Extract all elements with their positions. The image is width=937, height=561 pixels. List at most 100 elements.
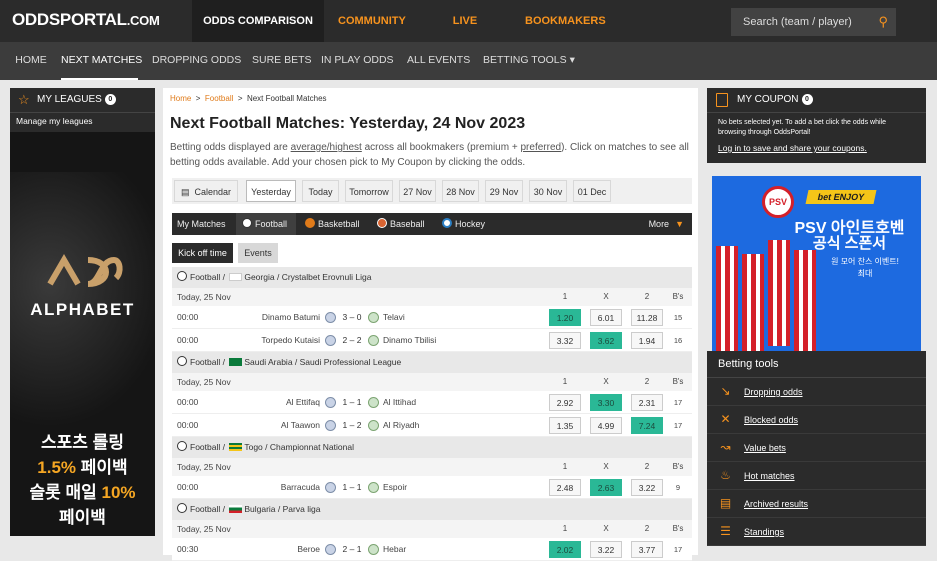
subnav-in-play-odds[interactable]: IN PLAY ODDS — [321, 42, 394, 80]
subnav-all-events[interactable]: ALL EVENTS — [407, 42, 470, 80]
league-sport[interactable]: Football — [190, 504, 220, 514]
date-27-nov[interactable]: 27 Nov — [399, 180, 436, 202]
odds-draw[interactable]: 6.01 — [590, 309, 622, 326]
breadcrumb-home[interactable]: Home — [170, 94, 191, 103]
match-row[interactable]: 00:00 Dinamo Batumi 3 – 0 Telavi 1.20 6.01 11.… — [172, 306, 692, 329]
date-today[interactable]: Today — [302, 180, 339, 202]
league-country[interactable]: Saudi Arabia — [244, 357, 292, 367]
match-row[interactable]: 00:00 Al Ettifaq 1 – 1 Al Ittihad 2.92 3.30 2.… — [172, 391, 692, 414]
home-team[interactable]: Al Taawon — [281, 414, 320, 437]
odds-home[interactable]: 3.32 — [549, 332, 581, 349]
league-country[interactable]: Togo — [244, 442, 262, 452]
alphabet-ad-banner[interactable]: ALPHABET 스포츠 롤링 1.5% 페이백 슬롯 매일 10% 페이백 — [10, 132, 155, 536]
psv-ad-banner[interactable]: PSV bet ENJOY PSV 아인트호벤 공식 스폰서 원 모어 찬스 이… — [712, 176, 921, 352]
tab-hockey[interactable]: Hockey — [442, 213, 492, 235]
odds-home[interactable]: 1.35 — [549, 417, 581, 434]
match-row[interactable]: 00:00 Al Taawon 1 – 2 Al Riyadh 1.35 4.99 7.24… — [172, 414, 692, 437]
tool-standings[interactable]: ☰ Standings — [707, 518, 926, 546]
tool-value-bets[interactable]: ↝ Value bets — [707, 434, 926, 462]
my-leagues-header[interactable]: ☆ MY LEAGUES 0 — [10, 88, 155, 112]
nav-bookmakers[interactable]: BOOKMAKERS — [525, 0, 606, 42]
league-header[interactable]: Football / Bulgaria / Parva liga — [172, 499, 692, 520]
subnav-next-matches[interactable]: NEXT MATCHES — [61, 42, 142, 80]
match-time: 00:30 — [177, 544, 199, 554]
nav-community[interactable]: COMMUNITY — [338, 0, 406, 42]
away-team[interactable]: Espoir — [383, 476, 407, 499]
match-row[interactable]: 00:00 Torpedo Kutaisi 2 – 2 Dinamo Tbilisi 3… — [172, 329, 692, 352]
odds-away[interactable]: 2.31 — [631, 394, 663, 411]
league-header[interactable]: Football / Georgia / Crystalbet Erovnuli… — [172, 267, 692, 288]
date-01-dec[interactable]: 01 Dec — [573, 180, 611, 202]
calendar-button[interactable]: ▤ Calendar — [174, 180, 238, 202]
away-team[interactable]: Dinamo Tbilisi — [383, 329, 436, 352]
date-yesterday[interactable]: Yesterday — [246, 180, 296, 202]
league-name[interactable]: Championnat National — [270, 442, 354, 452]
search-input[interactable]: Search (team / player) ⚲ — [731, 8, 896, 36]
subnav-sure-bets[interactable]: SURE BETS — [252, 42, 312, 80]
tab-basketball[interactable]: Basketball — [305, 213, 367, 235]
matches-table: Football / Georgia / Crystalbet Erovnuli… — [172, 267, 692, 561]
date-29-nov[interactable]: 29 Nov — [485, 180, 523, 202]
odds-home[interactable]: 2.92 — [549, 394, 581, 411]
tab-events[interactable]: Events — [238, 243, 278, 263]
nav-odds-comparison[interactable]: ODDS COMPARISON — [192, 0, 324, 42]
odds-away[interactable]: 1.94 — [631, 332, 663, 349]
league-sport[interactable]: Football — [190, 357, 220, 367]
subnav-betting-tools[interactable]: BETTING TOOLS ▾ — [483, 42, 575, 80]
preferred-link[interactable]: preferred — [520, 142, 561, 153]
league-sport[interactable]: Football — [190, 442, 220, 452]
odds-away[interactable]: 11.28 — [631, 309, 663, 326]
league-name[interactable]: Parva liga — [283, 504, 321, 514]
subnav-dropping-odds[interactable]: DROPPING ODDS — [152, 42, 241, 80]
odds-away[interactable]: 3.22 — [631, 479, 663, 496]
home-team[interactable]: Dinamo Batumi — [262, 306, 320, 329]
odds-away[interactable]: 3.77 — [631, 541, 663, 558]
odds-draw[interactable]: 3.62 — [590, 332, 622, 349]
tab-baseball[interactable]: Baseball — [377, 213, 432, 235]
odds-away[interactable]: 7.24 — [631, 417, 663, 434]
tool-hot-matches[interactable]: ♨ Hot matches — [707, 462, 926, 490]
odds-home[interactable]: 2.02 — [549, 541, 581, 558]
odds-draw[interactable]: 3.22 — [590, 541, 622, 558]
tool-blocked-odds[interactable]: ✕ Blocked odds — [707, 406, 926, 434]
home-team[interactable]: Al Ettifaq — [286, 391, 320, 414]
site-logo[interactable]: ODDSPORTAL.COM — [12, 10, 160, 30]
nav-live-scores[interactable]: LIVE SCORES — [431, 0, 499, 69]
odds-draw[interactable]: 2.63 — [590, 479, 622, 496]
coupon-login-link[interactable]: Log in to save and share your coupons. — [707, 140, 926, 163]
odds-draw[interactable]: 3.30 — [590, 394, 622, 411]
tool-archived-results[interactable]: ▤ Archived results — [707, 490, 926, 518]
date-30-nov[interactable]: 30 Nov — [529, 180, 567, 202]
date-tomorrow[interactable]: Tomorrow — [345, 180, 393, 202]
league-name[interactable]: Saudi Professional League — [300, 357, 402, 367]
average-highest-link[interactable]: average/highest — [291, 142, 362, 153]
breadcrumb-football[interactable]: Football — [205, 94, 233, 103]
away-team[interactable]: Telavi — [383, 306, 405, 329]
league-country[interactable]: Bulgaria — [244, 504, 275, 514]
home-team[interactable]: Torpedo Kutaisi — [261, 329, 320, 352]
tool-dropping-odds[interactable]: ↘ Dropping odds — [707, 378, 926, 406]
subnav-home[interactable]: HOME — [13, 42, 49, 80]
match-row[interactable]: 00:00 Barracuda 1 – 1 Espoir 2.48 2.63 3.22 9 — [172, 476, 692, 499]
league-header[interactable]: Football / Saudi Arabia / Saudi Professi… — [172, 352, 692, 373]
home-team[interactable]: Beroe — [297, 538, 320, 561]
odds-draw[interactable]: 4.99 — [590, 417, 622, 434]
more-sports-button[interactable]: More ▼ — [649, 213, 684, 235]
league-country[interactable]: Georgia — [244, 272, 274, 282]
tab-kick-off-time[interactable]: Kick off time — [172, 243, 233, 263]
tab-my-matches[interactable]: My Matches — [177, 213, 233, 235]
away-team[interactable]: Al Riyadh — [383, 414, 419, 437]
odds-home[interactable]: 2.48 — [549, 479, 581, 496]
home-team[interactable]: Barracuda — [281, 476, 320, 499]
league-header[interactable]: Football / Togo / Championnat National — [172, 437, 692, 458]
league-sport[interactable]: Football — [190, 272, 220, 282]
manage-leagues-link[interactable]: Manage my leagues — [10, 112, 155, 132]
league-name[interactable]: Crystalbet Erovnuli Liga — [282, 272, 372, 282]
tab-football[interactable]: Football — [236, 213, 296, 235]
date-28-nov[interactable]: 28 Nov — [442, 180, 479, 202]
search-icon[interactable]: ⚲ — [878, 8, 888, 36]
odds-home[interactable]: 1.20 — [549, 309, 581, 326]
away-team[interactable]: Hebar — [383, 538, 406, 561]
away-team[interactable]: Al Ittihad — [383, 391, 416, 414]
match-row[interactable]: 00:30 Beroe 2 – 1 Hebar 2.02 3.22 3.77 17 — [172, 538, 692, 561]
